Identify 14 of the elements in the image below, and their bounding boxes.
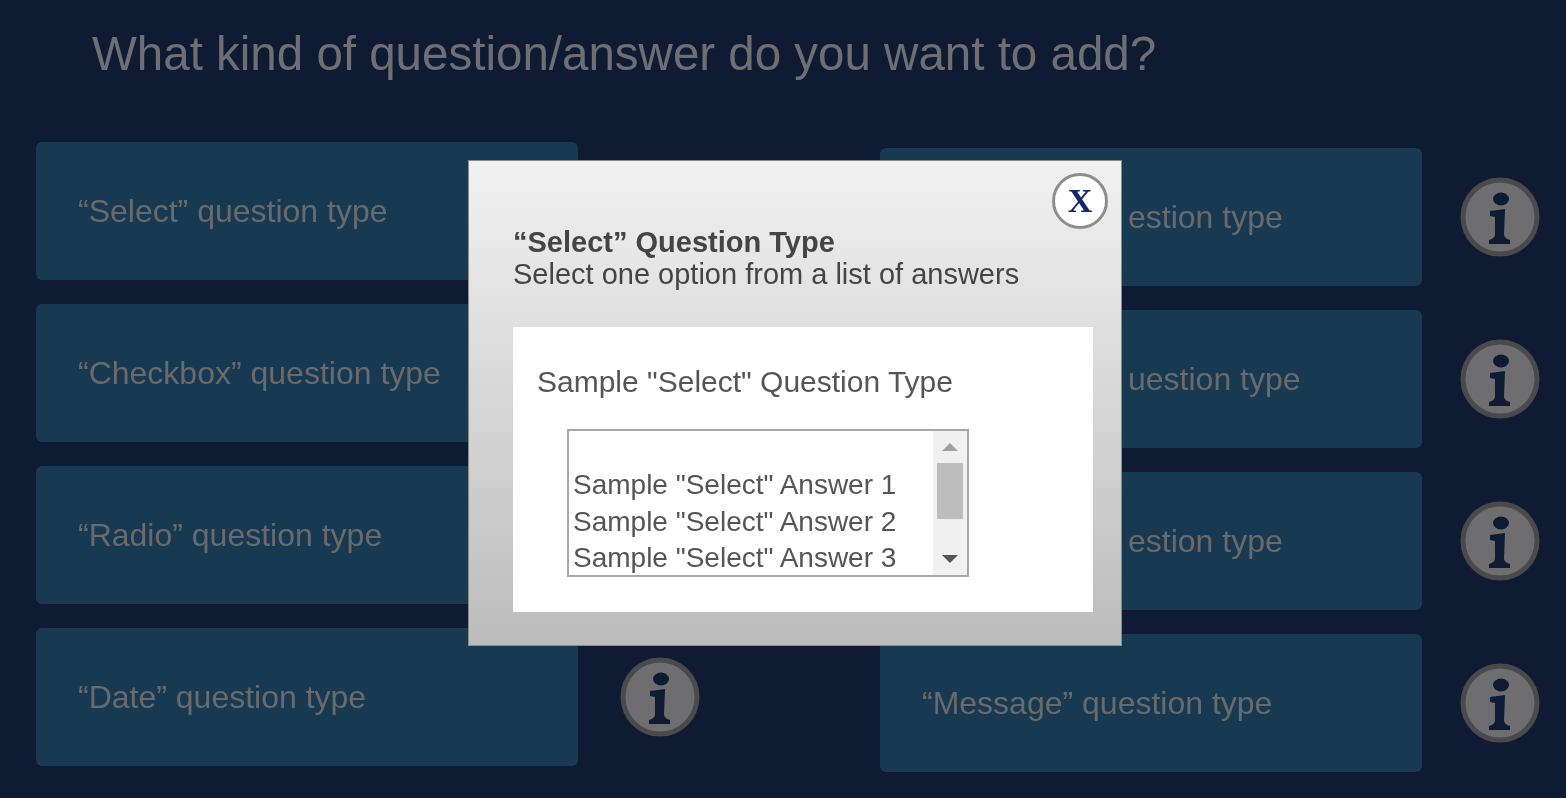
close-button[interactable]: X bbox=[1052, 173, 1108, 229]
scroll-up-icon[interactable] bbox=[942, 443, 958, 451]
info-icon[interactable] bbox=[1460, 663, 1540, 743]
scroll-thumb[interactable] bbox=[937, 463, 963, 519]
info-icon[interactable] bbox=[1460, 339, 1540, 419]
info-icon[interactable] bbox=[1460, 177, 1540, 257]
answer-listbox[interactable]: Sample "Select" Answer 1 Sample "Select" Answer 2 Sample "Select" Answer 3 bbox=[567, 429, 969, 577]
info-icon[interactable] bbox=[1460, 501, 1540, 581]
question-type-button[interactable]: “Message” question type bbox=[880, 634, 1422, 772]
info-icon[interactable] bbox=[620, 657, 700, 737]
question-type-button[interactable]: “Date” question type bbox=[36, 628, 578, 766]
scrollbar[interactable] bbox=[933, 431, 967, 575]
page-heading: What kind of question/answer do you want to add? bbox=[91, 26, 1158, 80]
scroll-down-icon[interactable] bbox=[942, 555, 958, 563]
